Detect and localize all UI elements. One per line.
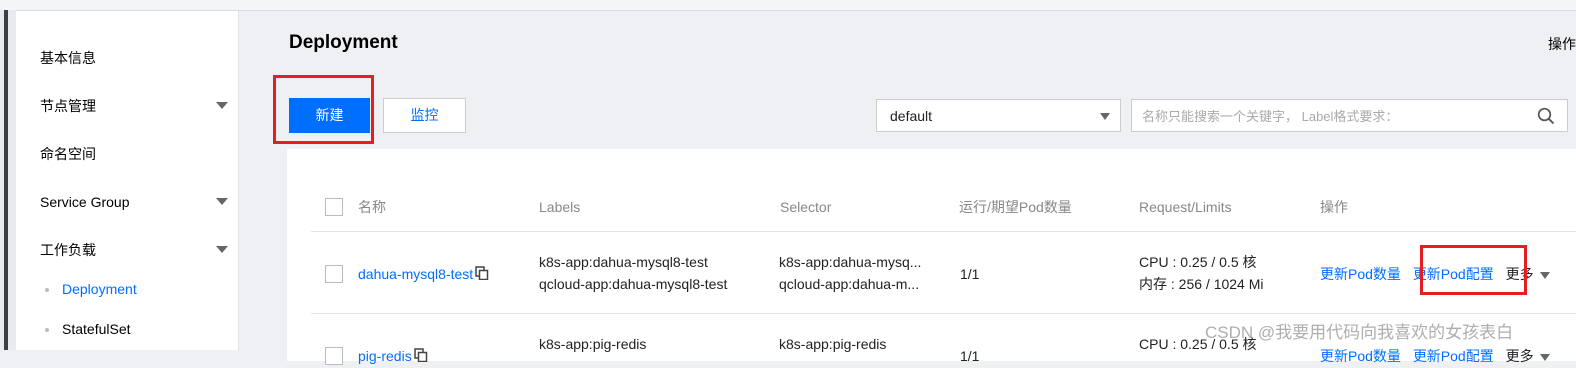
highlight-box xyxy=(1420,245,1527,295)
column-header-pods: 运行/期望Pod数量 xyxy=(959,199,1072,215)
sidebar-item-label: 基本信息 xyxy=(40,50,96,66)
chevron-down-icon xyxy=(1100,113,1110,120)
labels-cell: k8s-app:pig-redis xyxy=(539,333,646,355)
sidebar-item-label: 工作负载 xyxy=(40,242,96,258)
search-box xyxy=(1131,99,1568,133)
cpu-value: CPU : 0.25 / 0.5 核 xyxy=(1139,254,1257,270)
column-header-actions: 操作 xyxy=(1320,199,1348,215)
chevron-down-icon xyxy=(1539,353,1550,361)
scroll-edge xyxy=(4,10,8,350)
deployment-name-link[interactable]: dahua-mysql8-test xyxy=(358,266,473,282)
column-header-labels: Labels xyxy=(539,199,581,215)
sidebar-subitem-label: StatefulSet xyxy=(62,321,131,337)
bullet-icon xyxy=(45,328,49,332)
actions-cell: 更新Pod数量 更新Pod配置 更多 xyxy=(1320,345,1550,367)
deployment-name-link[interactable]: pig-redis xyxy=(358,348,412,364)
chevron-down-icon xyxy=(216,198,228,205)
label-item: qcloud-app:dahua-mysql8-test xyxy=(539,276,728,292)
memory-value: 内存 : 256 / 1024 Mi xyxy=(1139,276,1264,292)
column-header-name: 名称 xyxy=(358,199,386,215)
sidebar-subitem-label: Deployment xyxy=(62,281,137,297)
select-all-checkbox[interactable] xyxy=(325,198,343,216)
chevron-down-icon xyxy=(1539,271,1550,279)
selector-cell: k8s-app:dahua-mysq... qcloud-app:dahua-m… xyxy=(779,251,921,295)
column-header-selector: Selector xyxy=(780,199,832,215)
sidebar-item-namespace[interactable]: 命名空间 xyxy=(40,144,230,164)
label-item: k8s-app:pig-redis xyxy=(539,336,647,352)
bullet-icon xyxy=(45,288,49,292)
search-input[interactable] xyxy=(1132,100,1534,133)
watermark: CSDN @我要用代码向我喜欢的女孩表白 xyxy=(1205,323,1514,342)
pods-cell: 1/1 xyxy=(960,266,980,282)
update-pod-config-link[interactable]: 更新Pod配置 xyxy=(1413,348,1494,364)
more-label: 更多 xyxy=(1505,348,1534,364)
selector-item: qcloud-app:dahua-m... xyxy=(779,276,920,292)
header-divider xyxy=(311,231,1576,232)
copy-icon[interactable] xyxy=(475,264,489,286)
sidebar-item-node-management[interactable]: 节点管理 xyxy=(40,96,230,116)
sidebar-item-service-group[interactable]: Service Group xyxy=(40,192,230,212)
selector-item: k8s-app:pig-redis xyxy=(779,336,887,352)
left-edge-strip xyxy=(0,10,16,350)
page-title: Deployment xyxy=(289,32,398,53)
main-content: Deployment 操作 新建 监控 default 名称 Labels Se… xyxy=(239,11,1576,365)
column-header-resources: Request/Limits xyxy=(1139,199,1232,215)
monitor-button[interactable]: 监控 xyxy=(383,98,466,133)
namespace-value: default xyxy=(890,108,933,124)
selector-item: k8s-app:dahua-mysq... xyxy=(779,254,922,270)
resources-cell: CPU : 0.25 / 0.5 核 内存 : 256 / 1024 Mi xyxy=(1139,251,1264,295)
sidebar-item-basic-info[interactable]: 基本信息 xyxy=(40,48,230,68)
row-checkbox[interactable] xyxy=(325,265,343,283)
sidebar-item-label: Service Group xyxy=(40,194,130,210)
sidebar: 基本信息 节点管理 命名空间 Service Group 工作负载 Deploy… xyxy=(16,11,239,350)
row-divider xyxy=(311,313,1576,314)
name-cell: dahua-mysql8-test xyxy=(358,263,489,286)
sidebar-item-label: 节点管理 xyxy=(40,98,96,114)
sidebar-subitem-deployment[interactable]: Deployment xyxy=(45,279,137,299)
search-icon[interactable] xyxy=(1537,107,1555,130)
update-pod-count-link[interactable]: 更新Pod数量 xyxy=(1320,348,1401,364)
sidebar-item-label: 命名空间 xyxy=(40,146,96,162)
chevron-down-icon xyxy=(216,102,228,109)
top-bar xyxy=(0,0,1576,11)
selector-cell: k8s-app:pig-redis xyxy=(779,333,886,355)
chevron-down-icon xyxy=(216,246,228,253)
label-item: k8s-app:dahua-mysql8-test xyxy=(539,254,708,270)
highlight-box xyxy=(273,75,374,144)
pods-cell: 1/1 xyxy=(960,348,980,364)
name-cell: pig-redis xyxy=(358,345,428,368)
more-dropdown[interactable]: 更多 xyxy=(1506,348,1550,364)
header-ops-label[interactable]: 操作 xyxy=(1548,34,1576,54)
namespace-select[interactable]: default xyxy=(876,99,1121,132)
sidebar-subitem-statefulset[interactable]: StatefulSet xyxy=(45,319,131,339)
labels-cell: k8s-app:dahua-mysql8-test qcloud-app:dah… xyxy=(539,251,727,295)
sidebar-item-workloads[interactable]: 工作负载 xyxy=(40,240,230,260)
update-pod-count-link[interactable]: 更新Pod数量 xyxy=(1320,266,1401,282)
